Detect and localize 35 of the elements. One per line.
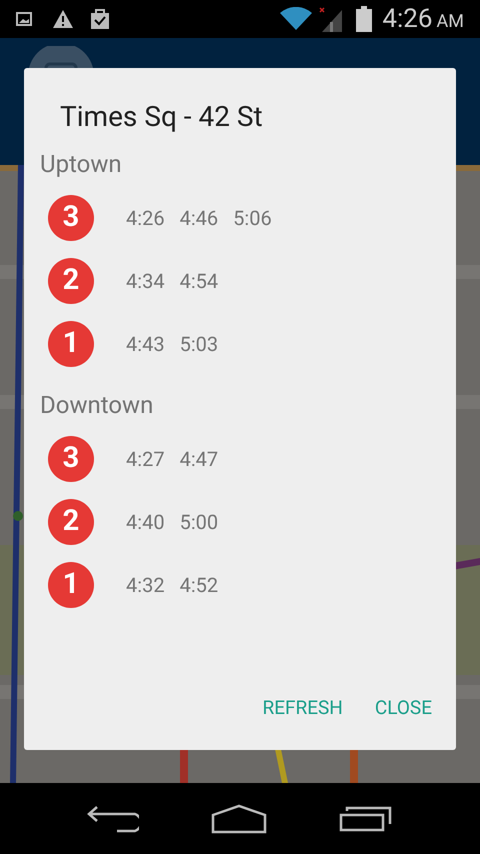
departure-time: 5:06 xyxy=(233,204,272,232)
route-badge: 1 xyxy=(48,562,94,608)
dialog-button[interactable]: REFRESH xyxy=(250,688,355,728)
departure-time: 4:34 xyxy=(126,268,165,294)
shopping-bag-icon xyxy=(90,8,110,30)
battery-icon xyxy=(356,6,372,32)
warning-icon xyxy=(52,9,74,29)
departure-time: 5:03 xyxy=(180,330,218,358)
image-icon xyxy=(16,11,32,27)
route-badge: 1 xyxy=(48,320,94,366)
departure-time: 4:52 xyxy=(180,572,218,598)
wifi-icon xyxy=(280,7,312,31)
departure-time: 4:40 xyxy=(126,508,165,536)
dialog-title: Times Sq - 42 St xyxy=(60,99,263,135)
route-badge: 3 xyxy=(48,194,94,240)
departure-time: 4:27 xyxy=(126,446,165,472)
route-badge: 2 xyxy=(48,258,94,304)
departure-time: 4:43 xyxy=(126,330,165,358)
departure-time: 4:26 xyxy=(126,204,165,232)
route-badge: 3 xyxy=(48,436,94,482)
departure-time: 4:54 xyxy=(180,268,218,294)
dialog-button[interactable]: CLOSE xyxy=(362,688,444,728)
departure-time: 4:46 xyxy=(180,204,218,232)
clock-meridiem: AM xyxy=(436,13,464,31)
back-icon[interactable] xyxy=(87,804,139,832)
departure-time: 5:00 xyxy=(180,508,218,536)
route-badge: 2 xyxy=(48,498,94,544)
recent-apps-icon[interactable] xyxy=(339,806,393,832)
direction-heading: Uptown xyxy=(40,149,122,180)
signal-icon xyxy=(318,6,342,32)
departure-time: 4:32 xyxy=(126,572,165,598)
clock-time: 4:26 xyxy=(382,6,433,32)
direction-heading: Downtown xyxy=(40,390,154,421)
departure-time: 4:47 xyxy=(180,446,218,472)
home-icon[interactable] xyxy=(211,804,267,834)
